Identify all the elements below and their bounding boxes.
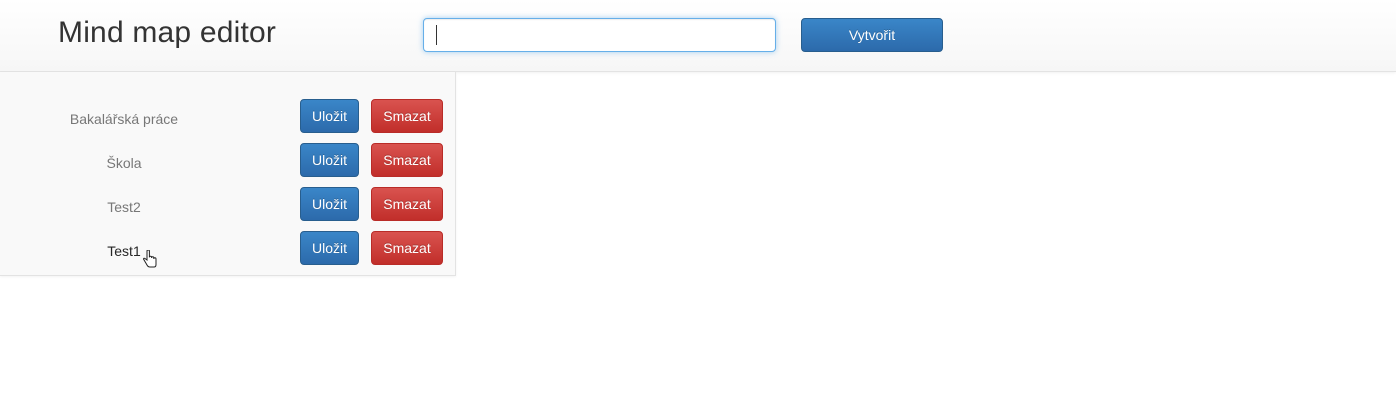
save-button[interactable]: Uložit [300, 187, 359, 221]
delete-button[interactable]: Smazat [371, 99, 443, 133]
map-name-link[interactable]: Škola [0, 155, 248, 171]
delete-button[interactable]: Smazat [371, 187, 443, 221]
map-name-input[interactable] [423, 18, 776, 52]
save-button[interactable]: Uložit [300, 143, 359, 177]
hand-pointer-icon [142, 250, 157, 268]
page-title: Mind map editor [58, 16, 277, 49]
create-button[interactable]: Vytvořit [801, 18, 943, 52]
map-name-link[interactable]: Bakalářská práce [0, 111, 248, 127]
delete-button[interactable]: Smazat [371, 143, 443, 177]
mind-map-list: Bakalářská práce Uložit Smazat Škola Ulo… [0, 72, 456, 276]
list-item: Test2 Uložit Smazat [0, 187, 455, 221]
list-item: Bakalářská práce Uložit Smazat [0, 99, 455, 133]
save-button[interactable]: Uložit [300, 99, 359, 133]
delete-button[interactable]: Smazat [371, 231, 443, 265]
map-name-link[interactable]: Test1 [0, 243, 248, 259]
save-button[interactable]: Uložit [300, 231, 359, 265]
list-item: Škola Uložit Smazat [0, 143, 455, 177]
list-item: Test1 Uložit Smazat [0, 231, 455, 265]
map-name-link[interactable]: Test2 [0, 199, 248, 215]
text-caret [436, 25, 437, 45]
navbar: Mind map editor Vytvořit [0, 0, 1396, 72]
